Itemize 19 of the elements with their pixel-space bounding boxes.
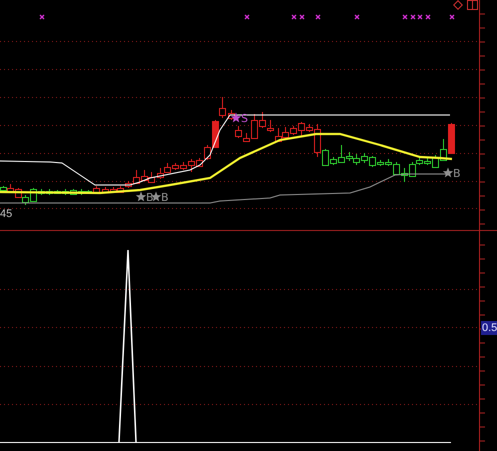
crosshair-marker-icon xyxy=(426,14,430,20)
crosshair-marker-icon xyxy=(410,14,416,20)
crosshair-marker-icon xyxy=(40,14,44,20)
crosshair-marker-icon xyxy=(244,14,250,20)
crosshair-marker-icon xyxy=(450,14,454,20)
crosshair-marker-icon xyxy=(316,14,320,20)
axis-value-label: 45 xyxy=(0,208,12,221)
crosshair-marker-icon xyxy=(418,14,422,20)
signal-label: S xyxy=(241,112,248,125)
signal-label: B xyxy=(146,191,154,204)
diamond-icon xyxy=(453,0,463,10)
crosshair-marker-icon xyxy=(300,14,304,20)
panel-layout-icon xyxy=(467,0,478,10)
crosshair-marker-icon xyxy=(292,14,296,20)
crosshair-marker-icon xyxy=(354,14,360,20)
crosshair-marker-icon xyxy=(402,14,408,20)
axis-value-tag: 0.5 xyxy=(481,321,497,335)
signal-label: B xyxy=(453,167,461,180)
signal-label: B xyxy=(161,191,169,204)
